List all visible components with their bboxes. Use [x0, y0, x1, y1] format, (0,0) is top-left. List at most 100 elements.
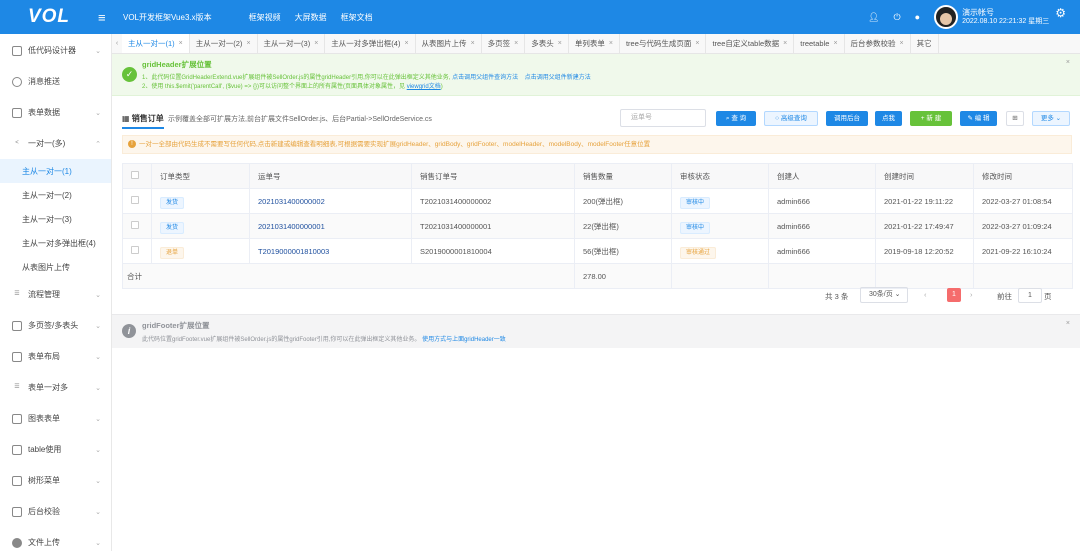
tab-5[interactable]: 从表图片上传 ×	[416, 34, 482, 53]
col-order-type[interactable]: 订单类型	[151, 163, 250, 189]
sidebar-item-one-to-many[interactable]: ☰ 表单一对多 ⌄	[0, 372, 111, 403]
close-icon[interactable]: ×	[404, 40, 408, 47]
cell-waybill[interactable]: T2019000001810003	[249, 238, 412, 264]
sidebar-item-formdata[interactable]: 表单数据 ⌄	[0, 97, 111, 128]
close-icon[interactable]: ×	[609, 40, 613, 47]
sidebar-subitem-5[interactable]: 从表图片上传	[0, 255, 111, 279]
tab-10[interactable]: tree自定义table数据 ×	[706, 34, 795, 53]
tab-label: 多表头	[531, 39, 554, 48]
select-all-checkbox[interactable]	[122, 163, 152, 189]
waybill-search-input[interactable]: 运单号	[620, 109, 706, 127]
avatar[interactable]	[934, 5, 959, 29]
sidebar-item-table[interactable]: table使用 ⌄	[0, 434, 111, 465]
tab-9[interactable]: tree与代码生成页面 ×	[620, 34, 707, 53]
cell-waybill[interactable]: 2021031400000002	[249, 188, 412, 214]
add-button[interactable]: + 新 建	[910, 111, 952, 126]
sidebar-item-lowcode[interactable]: 低代码设计器 ⌄	[0, 35, 111, 66]
close-icon[interactable]: ×	[246, 40, 250, 47]
table-row[interactable]: 退单 T2019000001810003 S2019000001810004 5…	[122, 238, 1073, 264]
tab-12[interactable]: 后台参数校验 ×	[845, 34, 911, 53]
cell-waybill[interactable]: 2021031400000001	[249, 213, 412, 239]
tab-3[interactable]: 主从一对一(3) ×	[258, 34, 326, 53]
sidebar-item-message[interactable]: 消息推送	[0, 66, 111, 97]
col-creator[interactable]: 创建人	[768, 163, 876, 189]
tab-4[interactable]: 主从一对多弹出框(4) ×	[325, 34, 416, 53]
workflow-icon: ☰	[14, 290, 20, 297]
cell-qty[interactable]: 56(弹出框)	[574, 238, 672, 264]
close-icon[interactable]: ×	[900, 40, 904, 47]
tab-11[interactable]: treetable ×	[794, 34, 845, 53]
tab-6[interactable]: 多页签 ×	[482, 34, 526, 53]
tab-scroll-left-icon[interactable]: ‹	[112, 40, 122, 47]
row-checkbox[interactable]	[122, 188, 152, 214]
waybill-link[interactable]: 2021031400000002	[258, 197, 325, 206]
sidebar-subitem-3[interactable]: 主从一对一(3)	[0, 207, 111, 231]
sidebar-subitem-4[interactable]: 主从一对多弹出框(4)	[0, 231, 111, 255]
close-icon[interactable]: ×	[1066, 320, 1070, 327]
sidebar-item-validation[interactable]: 后台校验 ⌄	[0, 496, 111, 527]
click-me-button[interactable]: 点我	[875, 111, 902, 126]
gear-icon[interactable]: ⚙	[1055, 6, 1066, 20]
prev-page-icon[interactable]: ‹	[924, 290, 927, 299]
top-nav-docs[interactable]: 框架文档	[341, 12, 373, 23]
table-row[interactable]: 发货 2021031400000001 T2021031400000001 22…	[122, 213, 1073, 239]
col-status[interactable]: 审核状态	[671, 163, 769, 189]
menu-toggle-icon[interactable]: ≡	[98, 10, 112, 25]
top-nav-dashboard[interactable]: 大屏数据	[295, 12, 327, 23]
page-size-select[interactable]: 30条/页 ⌄	[860, 287, 908, 303]
query-button[interactable]: ⌕ 查 询	[716, 111, 756, 126]
call-parent-search-link[interactable]: 点击调用父组件查询方法	[452, 75, 518, 81]
call-backend-button[interactable]: 调用后台	[826, 111, 868, 126]
close-icon[interactable]: ×	[833, 40, 837, 47]
cell-qty[interactable]: 200(弹出框)	[574, 188, 672, 214]
advanced-query-button[interactable]: ○ 高级查询	[764, 111, 818, 126]
call-parent-add-link[interactable]: 点击调用父组件新建方法	[525, 75, 591, 81]
row-checkbox[interactable]	[122, 238, 152, 264]
tab-8[interactable]: 单列表单 ×	[569, 34, 620, 53]
col-waybill[interactable]: 运单号	[249, 163, 412, 189]
cell-qty[interactable]: 22(弹出框)	[574, 213, 672, 239]
col-sales-order[interactable]: 销售订单号	[411, 163, 575, 189]
sidebar-item-chart[interactable]: 图表表单 ⌄	[0, 403, 111, 434]
close-icon[interactable]: ×	[1066, 59, 1070, 66]
top-nav-video[interactable]: 框架视频	[249, 12, 281, 23]
bell-icon[interactable]: ●	[915, 12, 920, 22]
col-modified[interactable]: 修改时间	[973, 163, 1073, 189]
close-icon[interactable]: ×	[695, 40, 699, 47]
table-row[interactable]: 发货 2021031400000002 T2021031400000002 20…	[122, 188, 1073, 214]
tab-1[interactable]: 主从一对一(1) ×	[122, 34, 190, 53]
close-icon[interactable]: ×	[514, 40, 518, 47]
waybill-link[interactable]: T2019000001810003	[258, 247, 329, 256]
sidebar-subitem-2[interactable]: 主从一对一(2)	[0, 183, 111, 207]
sidebar-item-multitab[interactable]: 多页签/多表头 ⌄	[0, 310, 111, 341]
close-icon[interactable]: ×	[314, 40, 318, 47]
user-icon[interactable]: 👤︎	[868, 12, 879, 23]
viewgrid-docs-link[interactable]: viewgrid文档	[407, 84, 441, 90]
user-info[interactable]: 演示帐号 2022.08.10 22:21:32 星期三	[962, 8, 1049, 26]
tab-13[interactable]: 其它	[911, 34, 939, 53]
current-page[interactable]: 1	[947, 288, 961, 302]
sidebar-subitem-1[interactable]: 主从一对一(1)	[0, 159, 111, 183]
edit-button[interactable]: ✎ 编 辑	[960, 111, 997, 126]
waybill-link[interactable]: 2021031400000001	[258, 222, 325, 231]
sidebar-item-workflow[interactable]: ☰ 流程管理 ⌄	[0, 279, 111, 310]
close-icon[interactable]: ×	[558, 40, 562, 47]
close-icon[interactable]: ×	[783, 40, 787, 47]
footer-usage-link[interactable]: 使用方式与上面gridHeader一致	[422, 337, 506, 343]
col-created[interactable]: 创建时间	[875, 163, 974, 189]
next-page-icon[interactable]: ›	[970, 290, 973, 299]
sidebar-item-layout[interactable]: 表单布局 ⌄	[0, 341, 111, 372]
close-icon[interactable]: ×	[179, 40, 183, 47]
tab-2[interactable]: 主从一对一(2) ×	[190, 34, 258, 53]
close-icon[interactable]: ×	[471, 40, 475, 47]
sidebar-item-tree[interactable]: 树形菜单 ⌄	[0, 465, 111, 496]
more-button[interactable]: 更多 ⌄	[1032, 111, 1070, 126]
sidebar-item-one-to-one[interactable]: < 一对一(多) ⌃	[0, 128, 111, 159]
sidebar-item-upload[interactable]: 文件上传 ⌄	[0, 527, 111, 558]
col-qty[interactable]: 销售数量	[574, 163, 672, 189]
goto-page-input[interactable]: 1	[1018, 288, 1042, 303]
power-icon[interactable]: ⏻	[894, 12, 901, 23]
tab-7[interactable]: 多表头 ×	[525, 34, 569, 53]
row-checkbox[interactable]	[122, 213, 152, 239]
grid-layout-button[interactable]: ⊞	[1006, 111, 1024, 126]
